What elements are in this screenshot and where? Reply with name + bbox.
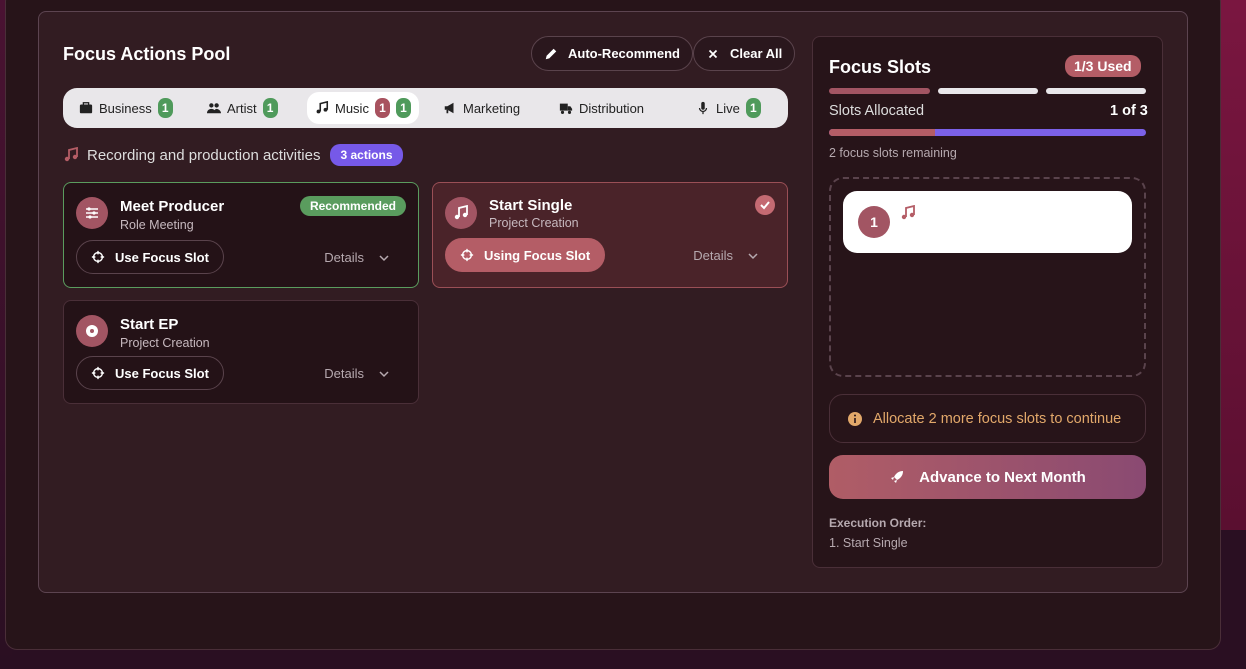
slot-indicator-2	[938, 88, 1038, 94]
details-label: Details	[324, 366, 364, 381]
use-focus-slot-button[interactable]: Use Focus Slot	[76, 240, 224, 274]
info-icon	[848, 411, 862, 426]
tab-count: 1	[157, 98, 173, 118]
alert-text: Allocate 2 more focus slots to continue	[873, 410, 1122, 427]
actions-count-badge: 3 actions	[330, 144, 403, 166]
action-card-start-ep[interactable]: Start EP Project Creation Use Focus Slot…	[63, 300, 419, 404]
truck-icon	[559, 103, 573, 114]
execution-order-item: 1. Start Single	[829, 536, 908, 550]
using-focus-slot-label: Using Focus Slot	[484, 247, 591, 263]
slots-progress-fill	[829, 129, 935, 136]
tab-business[interactable]: Business 1	[71, 92, 181, 124]
tab-label: Artist	[227, 100, 257, 116]
card-subtitle: Project Creation	[120, 336, 210, 350]
tab-distribution[interactable]: Distribution	[551, 92, 652, 124]
tab-marketing[interactable]: Marketing	[435, 92, 528, 124]
tab-label: Marketing	[463, 100, 521, 116]
slot-indicator-1	[829, 88, 930, 94]
card-subtitle: Project Creation	[489, 216, 579, 230]
tab-artist[interactable]: Artist 1	[199, 92, 286, 124]
category-tabs: Business 1 Artist 1 Music 1 1 Marketing …	[63, 88, 788, 128]
clear-all-label: Clear All	[730, 46, 783, 61]
microphone-icon	[698, 101, 708, 115]
action-card-meet-producer[interactable]: Meet Producer Role Meeting Recommended U…	[63, 182, 419, 288]
category-text: Recording and production activities	[87, 146, 321, 164]
recommended-badge: Recommended	[299, 196, 406, 216]
slots-remaining-text: 2 focus slots remaining	[829, 146, 957, 160]
chevron-down-icon	[748, 252, 758, 259]
auto-recommend-label: Auto-Recommend	[568, 46, 680, 61]
tab-music[interactable]: Music 1 1	[307, 92, 419, 124]
slot-indicator-3	[1046, 88, 1146, 94]
rocket-icon	[891, 471, 904, 483]
card-title: Meet Producer	[120, 198, 225, 215]
music-note-icon	[900, 204, 916, 226]
tab-count: 1	[395, 98, 411, 118]
allocation-alert: Allocate 2 more focus slots to continue	[829, 394, 1146, 443]
slots-used-badge: 1/3 Used	[1065, 55, 1141, 77]
details-label: Details	[693, 248, 733, 263]
use-focus-slot-label: Use Focus Slot	[115, 249, 209, 265]
users-icon	[207, 103, 221, 114]
slots-title: Focus Slots	[829, 57, 932, 77]
advance-next-month-button[interactable]: Advance to Next Month	[829, 455, 1146, 499]
tab-live[interactable]: Live 1	[688, 92, 769, 124]
pencil-icon	[545, 48, 557, 59]
details-label: Details	[324, 250, 364, 265]
tab-label: Live	[716, 100, 740, 116]
music-note-icon	[445, 197, 477, 229]
action-card-start-single[interactable]: Start Single Project Creation Using Focu…	[432, 182, 788, 288]
music-note-icon	[64, 147, 78, 162]
card-subtitle: Role Meeting	[120, 218, 194, 232]
tab-count: 1	[262, 98, 278, 118]
pool-title: Focus Actions Pool	[63, 44, 231, 64]
crosshair-icon	[460, 248, 474, 262]
megaphone-icon	[444, 102, 454, 114]
close-icon	[708, 49, 718, 58]
tab-count-selected: 1	[374, 98, 390, 118]
check-icon	[755, 195, 775, 215]
disc-icon	[76, 315, 108, 347]
category-description: Recording and production activities 3 ac…	[63, 144, 403, 166]
using-focus-slot-button[interactable]: Using Focus Slot	[445, 238, 606, 272]
slots-progress-bar	[829, 129, 1146, 136]
chevron-down-icon	[379, 254, 389, 261]
card-title: Start Single	[489, 197, 573, 214]
crosshair-icon	[91, 366, 105, 380]
sliders-icon	[76, 197, 108, 229]
tab-label: Distribution	[579, 100, 645, 116]
crosshair-icon	[91, 250, 105, 264]
chevron-down-icon	[379, 370, 389, 377]
slot-number: 1	[858, 206, 890, 238]
briefcase-icon	[79, 102, 93, 114]
tab-label: Business	[99, 100, 152, 116]
tab-count: 1	[745, 98, 761, 118]
details-toggle[interactable]: Details	[324, 366, 390, 381]
use-focus-slot-button[interactable]: Use Focus Slot	[76, 356, 224, 390]
details-toggle[interactable]: Details	[693, 248, 759, 263]
allocated-slot-card[interactable]: 1	[843, 191, 1132, 253]
auto-recommend-button[interactable]: Auto-Recommend	[531, 36, 693, 71]
card-title: Start EP	[120, 316, 179, 333]
music-note-icon	[316, 101, 329, 114]
use-focus-slot-label: Use Focus Slot	[115, 365, 209, 381]
clear-all-button[interactable]: Clear All	[693, 36, 796, 71]
slots-allocated-value: 1 of 3	[1110, 103, 1148, 119]
slots-allocated-label: Slots Allocated	[829, 103, 925, 119]
tab-label: Music	[335, 100, 369, 116]
execution-order-label: Execution Order:	[829, 516, 927, 530]
details-toggle[interactable]: Details	[324, 250, 390, 265]
advance-label: Advance to Next Month	[919, 468, 1086, 486]
